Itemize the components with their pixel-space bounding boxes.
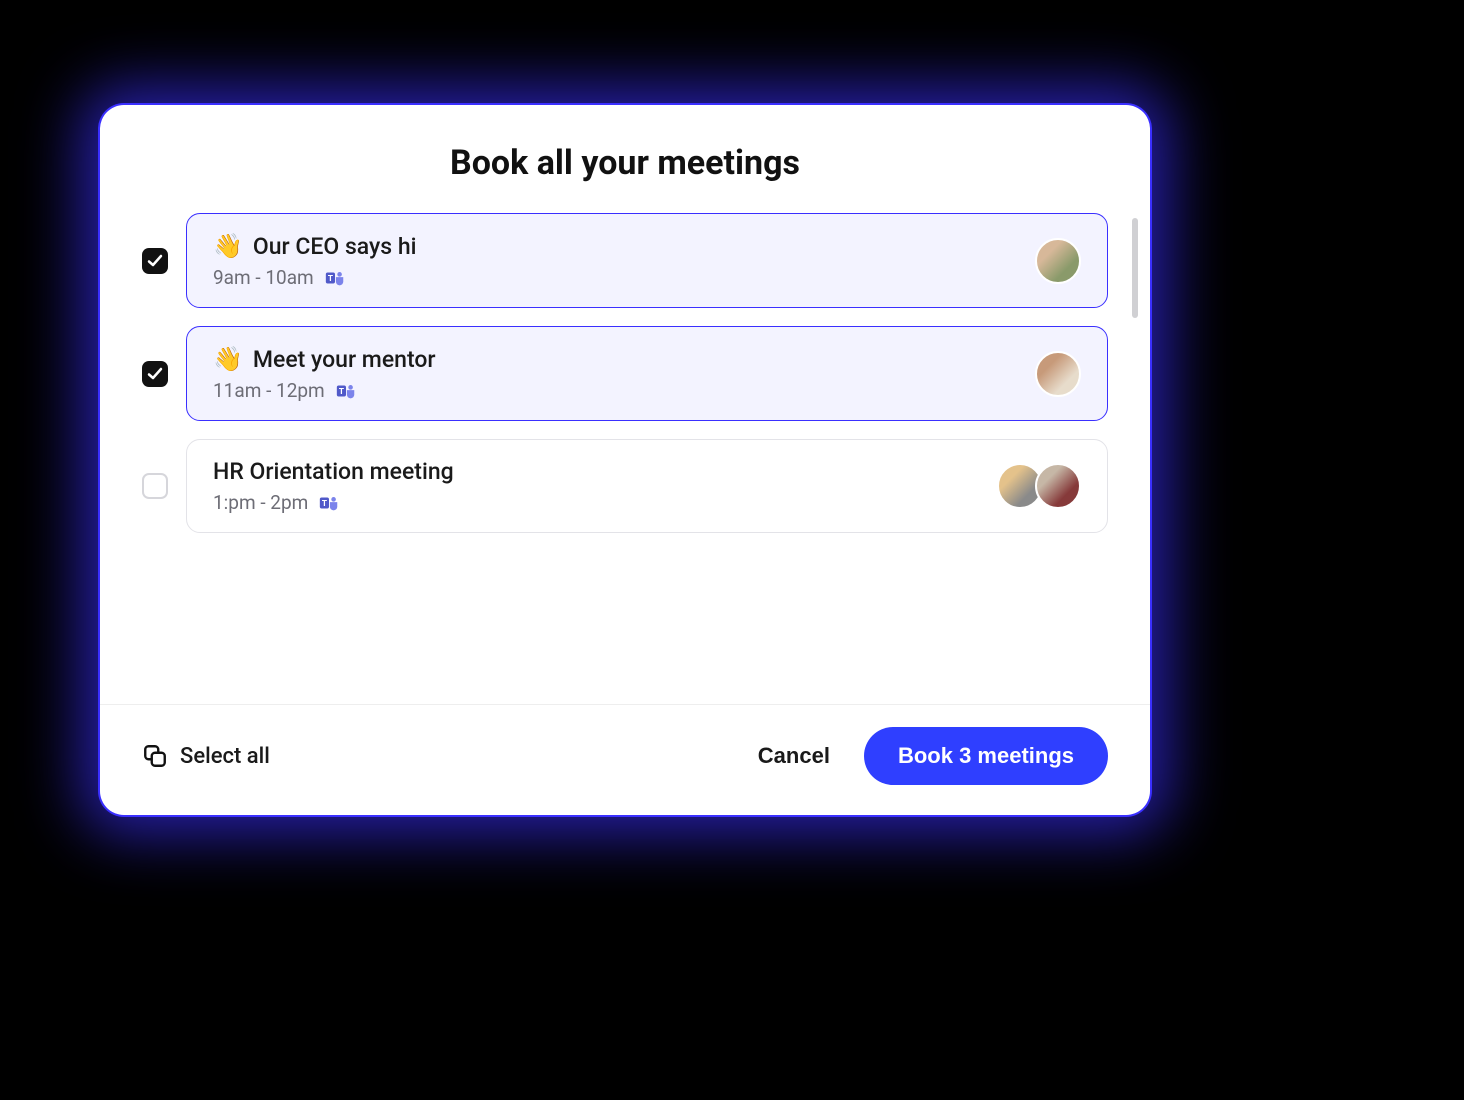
teams-icon: T [324, 267, 346, 289]
meeting-time: 11am - 12pm [213, 379, 325, 402]
meeting-title-line: HR Orientation meeting [213, 458, 454, 485]
meeting-checkbox[interactable] [142, 248, 168, 274]
meeting-row: HR Orientation meeting 1:pm - 2pm T [142, 439, 1108, 533]
select-all-button[interactable]: Select all [142, 743, 270, 769]
footer-actions: Cancel Book 3 meetings [758, 727, 1108, 785]
cancel-button[interactable]: Cancel [758, 743, 830, 769]
teams-icon: T [318, 492, 340, 514]
meeting-avatars [1035, 238, 1081, 284]
book-meetings-button[interactable]: Book 3 meetings [864, 727, 1108, 785]
meeting-row: 👋 Our CEO says hi 9am - 10am T [142, 213, 1108, 308]
meeting-time-line: 9am - 10am T [213, 266, 416, 289]
meeting-card[interactable]: 👋 Our CEO says hi 9am - 10am T [186, 213, 1108, 308]
meeting-time: 9am - 10am [213, 266, 314, 289]
wave-emoji-icon: 👋 [213, 232, 243, 260]
avatar [1035, 238, 1081, 284]
svg-text:T: T [322, 498, 327, 508]
meeting-title: Meet your mentor [253, 346, 436, 373]
select-all-icon [142, 743, 168, 769]
meeting-card[interactable]: HR Orientation meeting 1:pm - 2pm T [186, 439, 1108, 533]
dialog-footer: Select all Cancel Book 3 meetings [100, 704, 1150, 815]
svg-text:T: T [328, 273, 333, 283]
meeting-time-line: 11am - 12pm T [213, 379, 436, 402]
meeting-time-line: 1:pm - 2pm T [213, 491, 454, 514]
meeting-title: Our CEO says hi [253, 233, 417, 260]
meeting-time: 1:pm - 2pm [213, 491, 308, 514]
meetings-list: 👋 Our CEO says hi 9am - 10am T [100, 213, 1150, 704]
select-all-label: Select all [180, 744, 270, 769]
meeting-card-text: HR Orientation meeting 1:pm - 2pm T [213, 458, 454, 514]
meeting-card[interactable]: 👋 Meet your mentor 11am - 12pm T [186, 326, 1108, 421]
meeting-checkbox[interactable] [142, 473, 168, 499]
meeting-avatars [997, 463, 1081, 509]
scrollbar-thumb[interactable] [1132, 218, 1138, 318]
meeting-card-text: 👋 Our CEO says hi 9am - 10am T [213, 232, 416, 289]
dialog-title: Book all your meetings [100, 105, 1150, 213]
meeting-card-text: 👋 Meet your mentor 11am - 12pm T [213, 345, 436, 402]
avatar [1035, 351, 1081, 397]
meeting-title-line: 👋 Meet your mentor [213, 345, 436, 373]
meeting-title: HR Orientation meeting [213, 458, 454, 485]
check-icon [147, 366, 163, 382]
wave-emoji-icon: 👋 [213, 345, 243, 373]
avatar [1035, 463, 1081, 509]
meeting-checkbox[interactable] [142, 361, 168, 387]
meeting-title-line: 👋 Our CEO says hi [213, 232, 416, 260]
teams-icon: T [335, 380, 357, 402]
svg-text:T: T [339, 386, 344, 396]
check-icon [147, 253, 163, 269]
meeting-avatars [1035, 351, 1081, 397]
meeting-row: 👋 Meet your mentor 11am - 12pm T [142, 326, 1108, 421]
book-meetings-dialog: Book all your meetings 👋 Our CEO says hi… [100, 105, 1150, 815]
